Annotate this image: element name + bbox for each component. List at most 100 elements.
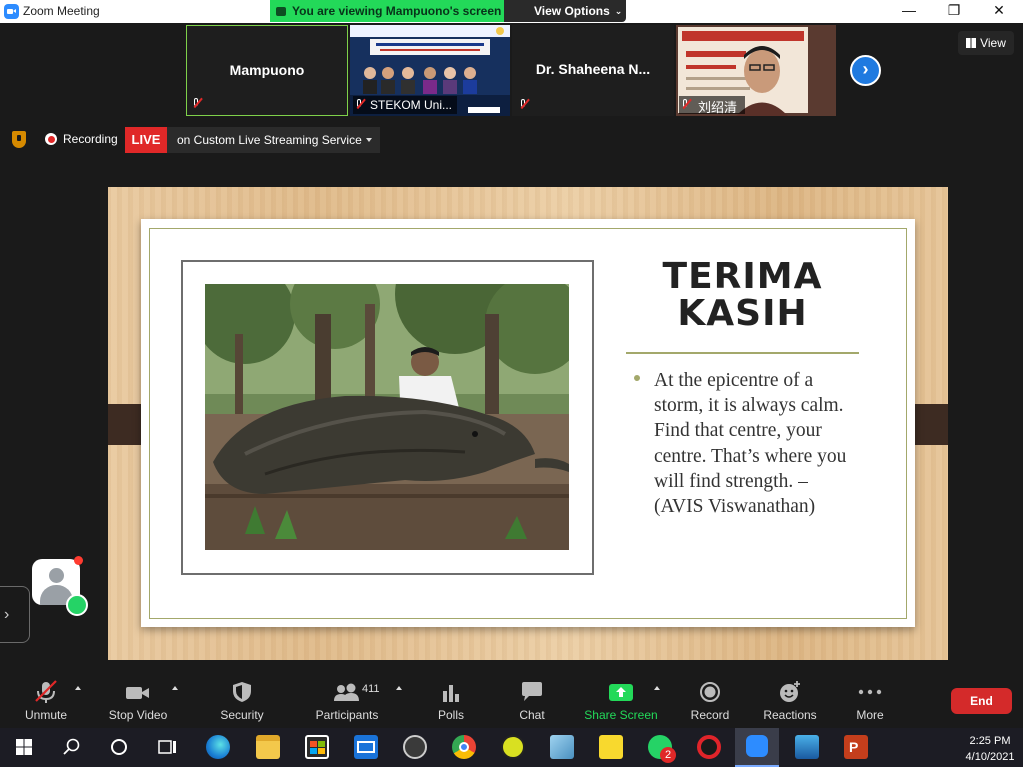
video-options-caret-icon[interactable] [172,686,178,690]
clock-date: 4/10/2021 [965,751,1015,763]
audio-options-caret-icon[interactable] [75,686,81,690]
system-clock[interactable]: 2:25 PM 4/10/2021 [960,733,1020,765]
video-tile-mampuono[interactable]: Mampuono [186,25,348,116]
next-page-button[interactable]: › [850,55,881,86]
video-tile-liu[interactable]: 刘绍清 [676,25,836,116]
participant-name: Dr. Shaheena N... [535,61,651,77]
zoom-app-icon [4,4,19,19]
end-meeting-button[interactable]: End [951,688,1012,714]
share-screen-icon [609,684,633,701]
expand-panel-button[interactable]: › [0,586,30,643]
quote-line: storm, it is always calm. [654,395,844,417]
windows-start-icon[interactable] [16,739,32,755]
live-badge: LIVE [125,127,167,153]
mic-muted-icon [192,98,202,110]
restore-button[interactable]: ❐ [931,2,977,21]
recording-label: Recording [63,132,118,146]
video-tile-stekom[interactable]: STEKOM Uni... [350,25,510,116]
mail-icon[interactable] [354,735,378,759]
slide-quote: At the epicentre of a storm, it is alway… [654,368,864,519]
powerpoint-icon[interactable]: P [844,735,868,759]
zoom-taskbar-active[interactable] [735,728,779,767]
microphone-muted-icon [35,680,57,703]
mic-muted-icon [681,99,691,111]
quote-line: Find that centre, your [654,420,822,442]
view-options-label: View Options [534,4,610,18]
more-button[interactable]: More [846,675,894,723]
sticky-notes-icon[interactable] [599,735,623,759]
mic-muted-icon [519,99,529,111]
quote-line: centre. That’s where you [654,445,847,467]
app-notepad-icon[interactable] [550,735,574,759]
reactions-icon [780,681,800,702]
video-tile-shaheena[interactable]: Dr. Shaheena N... [512,25,674,116]
file-explorer-icon[interactable] [256,735,280,759]
security-button[interactable]: Security [212,675,272,723]
quote-line: (AVIS Viswanathan) [654,496,816,518]
chrome-browser-icon[interactable] [452,735,476,759]
share-screen-label: Share Screen [584,708,658,722]
chat-bubble-icon [522,682,542,701]
minimize-button[interactable]: — [886,2,932,21]
obs-studio-icon[interactable] [403,735,427,759]
opera-browser-icon[interactable] [697,735,721,759]
security-shield-icon [233,682,251,702]
participants-button[interactable]: 411 Participants [310,675,384,723]
stop-video-label: Stop Video [108,708,168,722]
video-camera-icon [126,687,149,699]
zoom-icon [746,735,768,757]
chat-button[interactable]: Chat [508,675,556,723]
reactions-label: Reactions [763,708,817,722]
viewing-screen-banner: You are viewing Mampuono's screen [270,0,504,22]
stop-video-button[interactable]: Stop Video [106,675,170,723]
record-icon [700,682,720,702]
window-title: Zoom Meeting [23,4,100,18]
notification-dot [74,556,83,565]
mic-muted-icon [355,99,365,111]
participants-label: Participants [315,708,379,722]
view-button[interactable]: View [958,31,1014,55]
more-dots-icon [858,689,882,695]
cortana-icon[interactable] [110,738,128,756]
grid-icon [966,38,977,48]
whatsapp-icon[interactable]: 2 [648,735,676,763]
photos-icon[interactable] [795,735,819,759]
share-screen-button[interactable]: Share Screen [584,675,658,723]
microsoft-store-icon[interactable] [305,735,329,759]
whatsapp-badge-icon [66,594,88,616]
live-service-label: on Custom Live Streaming Service [177,133,362,147]
unmute-button[interactable]: Unmute [16,675,76,723]
participants-icon [334,683,359,701]
participants-count: 411 [362,683,380,695]
recording-icon [45,133,57,145]
chat-label: Chat [519,708,545,722]
participant-name: 刘绍清 [698,101,738,116]
live-service-dropdown[interactable]: on Custom Live Streaming Service [167,127,380,153]
view-options-button[interactable]: View Options ⌄ [504,0,626,22]
encryption-shield-icon[interactable] [12,131,26,148]
task-view-icon[interactable] [158,738,178,756]
viewing-screen-text: You are viewing Mampuono's screen [292,4,502,18]
close-button[interactable]: ✕ [976,2,1022,21]
caret-down-icon [366,138,372,142]
whatsapp-unread-badge: 2 [660,747,676,763]
chevron-down-icon: ⌄ [614,5,623,16]
record-label: Record [690,708,730,722]
reactions-button[interactable]: Reactions [760,675,820,723]
slide-title-line2: KASIH [677,293,808,334]
unmute-label: Unmute [24,708,68,722]
slide-title: TERIMA KASIH [626,258,859,332]
polls-button[interactable]: Polls [428,675,474,723]
quote-line: will find strength. – [654,470,808,492]
app-compass-icon[interactable] [501,735,525,759]
search-icon[interactable] [63,738,81,756]
security-label: Security [220,708,264,722]
screen-share-icon [276,6,286,16]
edge-browser-icon[interactable] [206,735,230,759]
participants-options-caret-icon[interactable] [396,686,402,690]
polls-label: Polls [437,708,464,722]
participant-name: STEKOM Uni... [370,98,453,112]
share-options-caret-icon[interactable] [654,686,660,690]
record-button[interactable]: Record [686,675,734,723]
participant-name: Mampuono [229,62,305,78]
